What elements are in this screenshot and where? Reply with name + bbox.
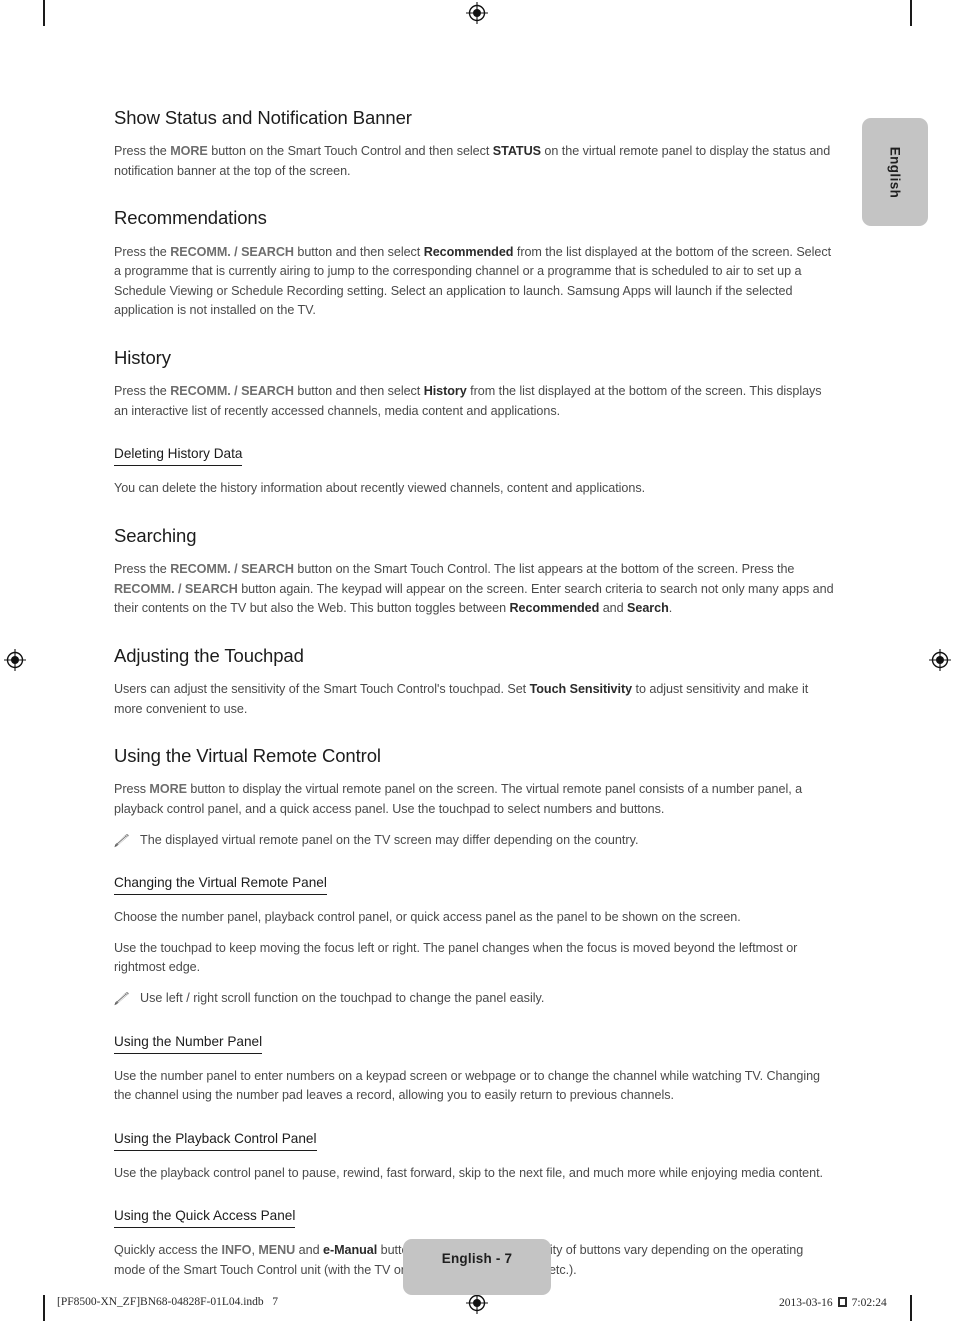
registration-mark-right-icon xyxy=(929,649,951,671)
pencil-note-icon xyxy=(114,833,130,848)
production-footer-time: 7:02:24 xyxy=(851,1297,887,1309)
section-body-searching: Press the RECOMM. / SEARCH button on the… xyxy=(114,560,836,619)
registration-mark-left-icon xyxy=(4,649,26,671)
production-footer-date: 2013-03-16 xyxy=(779,1297,833,1309)
section-using-virtual-remote-button-ref: MORE xyxy=(149,782,187,797)
section-recommendations-paragraph: Press the RECOMM. / SEARCH button and th… xyxy=(114,243,836,321)
subsection-using-quick-access-panel-button-ref: MENU xyxy=(258,1243,296,1258)
production-footer-file: [PF8500-XN_ZF]BN68-04828F-01L04.indb 7 xyxy=(57,1296,279,1308)
section-searching-paragraph: Press the RECOMM. / SEARCH button on the… xyxy=(114,560,836,619)
section-body-adjusting-touchpad: Users can adjust the sensitivity of the … xyxy=(114,680,836,719)
subsection-using-quick-access-panel-button-ref: INFO xyxy=(221,1243,252,1258)
subsection-using-playback-control-panel-paragraph: Use the playback control panel to pause,… xyxy=(114,1164,836,1184)
section-searching-text: Press the xyxy=(114,562,171,577)
section-using-virtual-remote-text: The displayed virtual remote panel on th… xyxy=(140,832,639,847)
section-show-status-text: button on the Smart Touch Control and th… xyxy=(207,144,493,159)
section-recommendations-button-ref: RECOMM. / SEARCH xyxy=(170,244,294,259)
registration-mark-top-icon xyxy=(466,2,488,24)
subsection-body-using-number-panel: Use the number panel to enter numbers on… xyxy=(114,1067,836,1106)
section-searching-button-ref: RECOMM. / SEARCH xyxy=(170,562,294,577)
section-searching-ui-ref: Search xyxy=(627,601,669,616)
section-adjusting-touchpad-paragraph: Users can adjust the sensitivity of the … xyxy=(114,680,836,719)
page-number-badge: English - 7 xyxy=(403,1239,551,1295)
subsection-using-quick-access-panel-ui-ref: e-Manual xyxy=(323,1243,378,1258)
crop-mark-bottom-left xyxy=(43,1295,45,1321)
section-searching-text: button on the Smart Touch Control. The l… xyxy=(293,562,795,577)
subsection-using-number-panel: Using the Number Panel xyxy=(114,1033,836,1067)
subsection-using-playback-control-panel-text: Use the playback control panel to pause,… xyxy=(114,1165,823,1180)
language-side-tab-label: English xyxy=(887,146,903,198)
subsection-heading-changing-virtual-remote-panel: Changing the Virtual Remote Panel xyxy=(114,875,327,896)
section-using-virtual-remote-text: Press xyxy=(114,782,150,797)
subsection-body-changing-virtual-remote-panel: Choose the number panel, playback contro… xyxy=(114,908,836,1008)
section-recommendations-ui-ref: Recommended xyxy=(423,244,514,259)
language-side-tab: English xyxy=(862,118,928,226)
section-adjusting-touchpad-ui-ref: Touch Sensitivity xyxy=(529,682,633,697)
subsection-using-quick-access-panel-text: and xyxy=(295,1243,323,1258)
subsection-heading-using-playback-control-panel: Using the Playback Control Panel xyxy=(114,1131,317,1151)
section-show-status-paragraph: Press the MORE button on the Smart Touch… xyxy=(114,142,836,181)
subsection-body-using-playback-control-panel: Use the playback control panel to pause,… xyxy=(114,1164,836,1184)
missing-glyph-icon xyxy=(837,1297,847,1307)
subsection-heading-using-number-panel: Using the Number Panel xyxy=(114,1034,263,1054)
manual-page: English Show Status and Notification Ban… xyxy=(0,0,954,1321)
section-heading-show-status: Show Status and Notification Banner xyxy=(114,107,412,128)
subsection-changing-virtual-remote-panel-text: Use left / right scroll function on the … xyxy=(140,990,545,1005)
section-heading-adjusting-touchpad: Adjusting the Touchpad xyxy=(114,644,304,666)
section-heading-history: History xyxy=(114,346,171,368)
section-history-text: Press the xyxy=(114,384,171,399)
subsection-deleting-history-data-paragraph: You can delete the history information a… xyxy=(114,479,836,499)
subsection-body-deleting-history-data: You can delete the history information a… xyxy=(114,479,836,499)
subsection-deleting-history-data: Deleting History Data xyxy=(114,445,836,479)
subsection-heading-using-quick-access-panel: Using the Quick Access Panel xyxy=(114,1208,296,1229)
subsection-changing-virtual-remote-panel-paragraph: Choose the number panel, playback contro… xyxy=(114,908,836,928)
section-heading-recommendations: Recommendations xyxy=(114,207,267,229)
subsection-using-number-panel-text: Use the number panel to enter numbers on… xyxy=(114,1068,821,1103)
section-using-virtual-remote-text: button to display the virtual remote pan… xyxy=(114,782,803,817)
section-show-status-ui-ref: STATUS xyxy=(492,144,541,159)
section-using-virtual-remote-paragraph: Press MORE button to display the virtual… xyxy=(114,780,836,819)
subsection-heading-deleting-history-data: Deleting History Data xyxy=(114,446,243,467)
crop-mark-top-right xyxy=(910,0,912,26)
section-body-history: Press the RECOMM. / SEARCH button and th… xyxy=(114,382,836,421)
subsection-using-quick-access-panel: Using the Quick Access Panel xyxy=(114,1207,836,1241)
subsection-using-number-panel-paragraph: Use the number panel to enter numbers on… xyxy=(114,1067,836,1106)
section-body-using-virtual-remote: Press MORE button to display the virtual… xyxy=(114,780,836,850)
page-number-label: English - 7 xyxy=(441,1251,513,1266)
section-searching-text: . xyxy=(668,601,673,616)
subsection-using-playback-control-panel: Using the Playback Control Panel xyxy=(114,1130,836,1164)
section-recommendations-text: Press the xyxy=(114,244,171,259)
section-searching-ui-ref: Recommended xyxy=(509,601,600,616)
section-using-virtual-remote-note: The displayed virtual remote panel on th… xyxy=(114,831,836,851)
section-history-ui-ref: History xyxy=(423,384,467,399)
section-searching-text: and xyxy=(599,601,628,616)
section-show-status-button-ref: MORE xyxy=(170,144,208,159)
section-searching-button-ref: RECOMM. / SEARCH xyxy=(114,581,238,596)
subsection-changing-virtual-remote-panel: Changing the Virtual Remote Panel xyxy=(114,874,836,908)
section-history-text: button and then select xyxy=(293,384,424,399)
registration-mark-bottom-icon xyxy=(466,1292,488,1314)
section-heading-searching: Searching xyxy=(114,524,197,546)
subsection-changing-virtual-remote-panel-paragraph: Use the touchpad to keep moving the focu… xyxy=(114,939,836,978)
production-footer-timestamp: 2013-03-16 7:02:24 xyxy=(779,1296,887,1309)
pencil-note-icon xyxy=(114,991,130,1006)
section-body-show-status: Press the MORE button on the Smart Touch… xyxy=(114,142,836,181)
crop-mark-bottom-right xyxy=(910,1295,912,1321)
section-history-paragraph: Press the RECOMM. / SEARCH button and th… xyxy=(114,382,836,421)
manual-content: Show Status and Notification Banner Press… xyxy=(114,107,836,1280)
section-adjusting-touchpad-text: Users can adjust the sensitivity of the … xyxy=(114,682,530,697)
subsection-changing-virtual-remote-panel-text: Use the touchpad to keep moving the focu… xyxy=(114,940,798,975)
section-history-button-ref: RECOMM. / SEARCH xyxy=(170,384,294,399)
section-show-status-text: Press the xyxy=(114,144,171,159)
subsection-deleting-history-data-text: You can delete the history information a… xyxy=(114,481,646,496)
section-heading-using-virtual-remote: Using the Virtual Remote Control xyxy=(114,745,381,767)
subsection-changing-virtual-remote-panel-note: Use left / right scroll function on the … xyxy=(114,989,836,1009)
section-recommendations-text: button and then select xyxy=(293,244,424,259)
section-body-recommendations: Press the RECOMM. / SEARCH button and th… xyxy=(114,243,836,321)
subsection-changing-virtual-remote-panel-text: Choose the number panel, playback contro… xyxy=(114,910,741,925)
crop-mark-top-left xyxy=(43,0,45,26)
subsection-using-quick-access-panel-text: Quickly access the xyxy=(114,1243,222,1258)
